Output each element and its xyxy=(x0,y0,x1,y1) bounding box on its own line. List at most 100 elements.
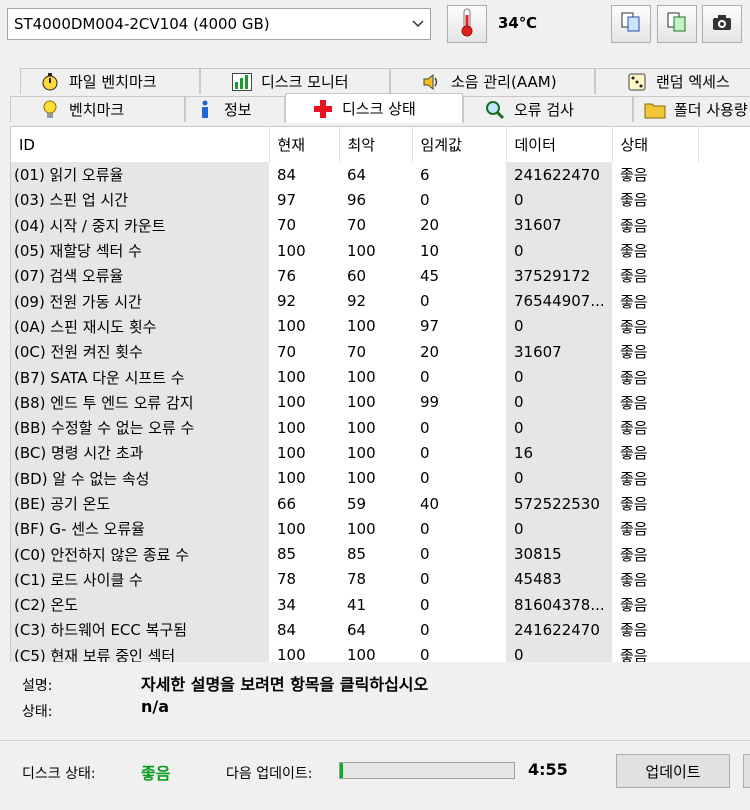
disk-status-label: 디스크 상태: xyxy=(22,766,96,782)
toolbar: ST4000DM004-2CV104 (4000 GB) 34℃ xyxy=(0,0,750,60)
table-row[interactable]: (BF) G- 센스 오류율 100 100 0 0 좋음 xyxy=(11,516,698,542)
camera-icon xyxy=(711,12,733,36)
cell-id: (C5) 현재 보류 중인 섹터 xyxy=(11,642,269,662)
col-header-threshold[interactable]: 임계값 xyxy=(412,127,507,162)
magnifier-icon xyxy=(484,100,506,120)
cell-worst: 70 xyxy=(347,342,367,361)
cell-status: 좋음 xyxy=(620,292,648,311)
cell-worst: 96 xyxy=(347,190,367,209)
cell-current: 100 xyxy=(277,646,306,662)
cell-worst: 100 xyxy=(347,443,376,462)
cell-current: 84 xyxy=(277,620,297,639)
table-row[interactable]: (04) 시작 / 중지 카운트 70 70 20 31607 좋음 xyxy=(11,212,698,238)
cell-worst: 64 xyxy=(347,165,367,184)
cell-threshold: 10 xyxy=(420,241,440,260)
table-row[interactable]: (05) 재할당 섹터 수 100 100 10 0 좋음 xyxy=(11,237,698,264)
cell-status: 좋음 xyxy=(620,469,648,488)
tab-info[interactable]: 정보 xyxy=(185,96,285,122)
tab-benchmark[interactable]: 벤치마크 xyxy=(10,96,185,122)
col-header-worst[interactable]: 최악 xyxy=(339,127,413,162)
table-row[interactable]: (C0) 안전하지 않은 종료 수 85 85 0 30815 좋음 xyxy=(11,541,698,567)
cell-threshold: 20 xyxy=(420,216,440,235)
dice-icon xyxy=(626,72,648,92)
temperature-value: 34℃ xyxy=(498,14,538,32)
tab-label: 파일 벤치마크 xyxy=(69,73,157,91)
smart-table: ID 현재 최악 임계값 데이터 상태 (01) 읽기 오류율 84 64 6 2416… xyxy=(11,127,699,662)
cell-status: 좋음 xyxy=(620,191,648,210)
copy-all-icon xyxy=(666,11,688,37)
table-row[interactable]: (BE) 공기 온도 66 59 40 572522530 좋음 xyxy=(11,490,698,517)
cell-worst: 100 xyxy=(347,519,376,538)
table-row[interactable]: (03) 스핀 업 시간 97 96 0 0 좋음 xyxy=(11,187,698,213)
status-label: 상태: xyxy=(22,704,53,720)
cell-current: 76 xyxy=(277,266,297,285)
cell-id: (C2) 온도 xyxy=(11,592,269,618)
cell-status: 좋음 xyxy=(620,267,648,286)
cell-data: 0 xyxy=(506,187,612,213)
tab-folder-usage[interactable]: 폴더 사용량 xyxy=(633,96,750,122)
temperature-button[interactable] xyxy=(447,5,487,43)
table-row[interactable]: (B8) 엔드 투 엔드 오류 감지 100 100 99 0 좋음 xyxy=(11,389,698,415)
table-row[interactable]: (C5) 현재 보류 중인 섹터 100 100 0 0 좋음 xyxy=(11,642,698,662)
cell-data: 81604378... xyxy=(506,592,612,618)
cell-current: 78 xyxy=(277,570,297,589)
cell-status: 좋음 xyxy=(620,166,648,185)
tab-disk-health[interactable]: 디스크 상태 xyxy=(285,93,463,123)
table-row[interactable]: (C2) 온도 34 41 0 81604378... 좋음 xyxy=(11,592,698,618)
cell-data: 76544907... xyxy=(506,288,612,314)
table-row[interactable]: (B7) SATA 다운 시프트 수 100 100 0 0 좋음 xyxy=(11,364,698,390)
cell-threshold: 0 xyxy=(420,418,430,437)
table-row[interactable]: (C3) 하드웨어 ECC 복구됨 84 64 0 241622470 좋음 xyxy=(11,617,698,643)
copy-all-button[interactable] xyxy=(657,5,697,43)
description-value: 자세한 설명을 보려면 항목을 클릭하십시오 xyxy=(141,675,429,694)
cell-status: 좋음 xyxy=(620,621,648,640)
tab-noise-aam[interactable]: 소음 관리(AAM) xyxy=(390,68,595,94)
cell-threshold: 0 xyxy=(420,443,430,462)
drive-select[interactable]: ST4000DM004-2CV104 (4000 GB) xyxy=(7,8,431,40)
cell-id: (01) 읽기 오류율 xyxy=(11,162,269,188)
cell-worst: 70 xyxy=(347,216,367,235)
cell-worst: 100 xyxy=(347,469,376,488)
status-value: n/a xyxy=(141,697,170,716)
col-header-data[interactable]: 데이터 xyxy=(506,127,613,162)
tab-error-scan[interactable]: 오류 검사 xyxy=(463,96,633,122)
cell-threshold: 0 xyxy=(420,570,430,589)
table-row[interactable]: (BC) 명령 시간 초과 100 100 0 16 좋음 xyxy=(11,440,698,466)
table-row[interactable]: (BB) 수정할 수 없는 오류 수 100 100 0 0 좋음 xyxy=(11,414,698,441)
copy-button[interactable] xyxy=(611,5,651,43)
cell-threshold: 0 xyxy=(420,368,430,387)
tab-random-access[interactable]: 랜덤 엑세스 xyxy=(595,68,750,94)
cell-data: 572522530 xyxy=(506,490,612,517)
cell-current: 92 xyxy=(277,292,297,311)
cell-data: 0 xyxy=(506,516,612,542)
cell-id: (0C) 전원 켜진 횟수 xyxy=(11,339,269,365)
extra-button[interactable] xyxy=(743,754,750,788)
cell-id: (C3) 하드웨어 ECC 복구됨 xyxy=(11,617,269,643)
cell-status: 좋음 xyxy=(620,495,648,513)
tab-label: 디스크 모니터 xyxy=(261,73,349,91)
cell-worst: 85 xyxy=(347,545,367,564)
table-row[interactable]: (09) 전원 가동 시간 92 92 0 76544907... 좋음 xyxy=(11,288,698,314)
cell-current: 100 xyxy=(277,469,306,488)
cell-id: (BC) 명령 시간 초과 xyxy=(11,440,269,466)
cell-worst: 60 xyxy=(347,266,367,285)
cell-id: (09) 전원 가동 시간 xyxy=(11,288,269,314)
table-row[interactable]: (BD) 알 수 없는 속성 100 100 0 0 좋음 xyxy=(11,465,698,491)
cell-data: 241622470 xyxy=(506,162,612,188)
table-row[interactable]: (07) 검색 오류율 76 60 45 37529172 좋음 xyxy=(11,263,698,289)
cell-current: 100 xyxy=(277,443,306,462)
col-header-id[interactable]: ID xyxy=(11,127,270,162)
screenshot-button[interactable] xyxy=(702,5,742,43)
table-row[interactable]: (C1) 로드 사이클 수 78 78 0 45483 좋음 xyxy=(11,566,698,593)
col-header-current[interactable]: 현재 xyxy=(269,127,340,162)
table-row[interactable]: (0A) 스핀 재시도 횟수 100 100 97 0 좋음 xyxy=(11,313,698,340)
table-row[interactable]: (01) 읽기 오류율 84 64 6 241622470 좋음 xyxy=(11,162,698,188)
update-button[interactable]: 업데이트 xyxy=(616,754,730,788)
tab-file-benchmark[interactable]: 파일 벤치마크 xyxy=(20,68,200,94)
col-header-status[interactable]: 상태 xyxy=(612,127,699,162)
table-row[interactable]: (0C) 전원 켜진 횟수 70 70 20 31607 좋음 xyxy=(11,339,698,365)
cell-id: (04) 시작 / 중지 카운트 xyxy=(11,212,269,238)
cell-current: 70 xyxy=(277,216,297,235)
cell-worst: 92 xyxy=(347,292,367,311)
tab-disk-monitor[interactable]: 디스크 모니터 xyxy=(200,68,390,94)
